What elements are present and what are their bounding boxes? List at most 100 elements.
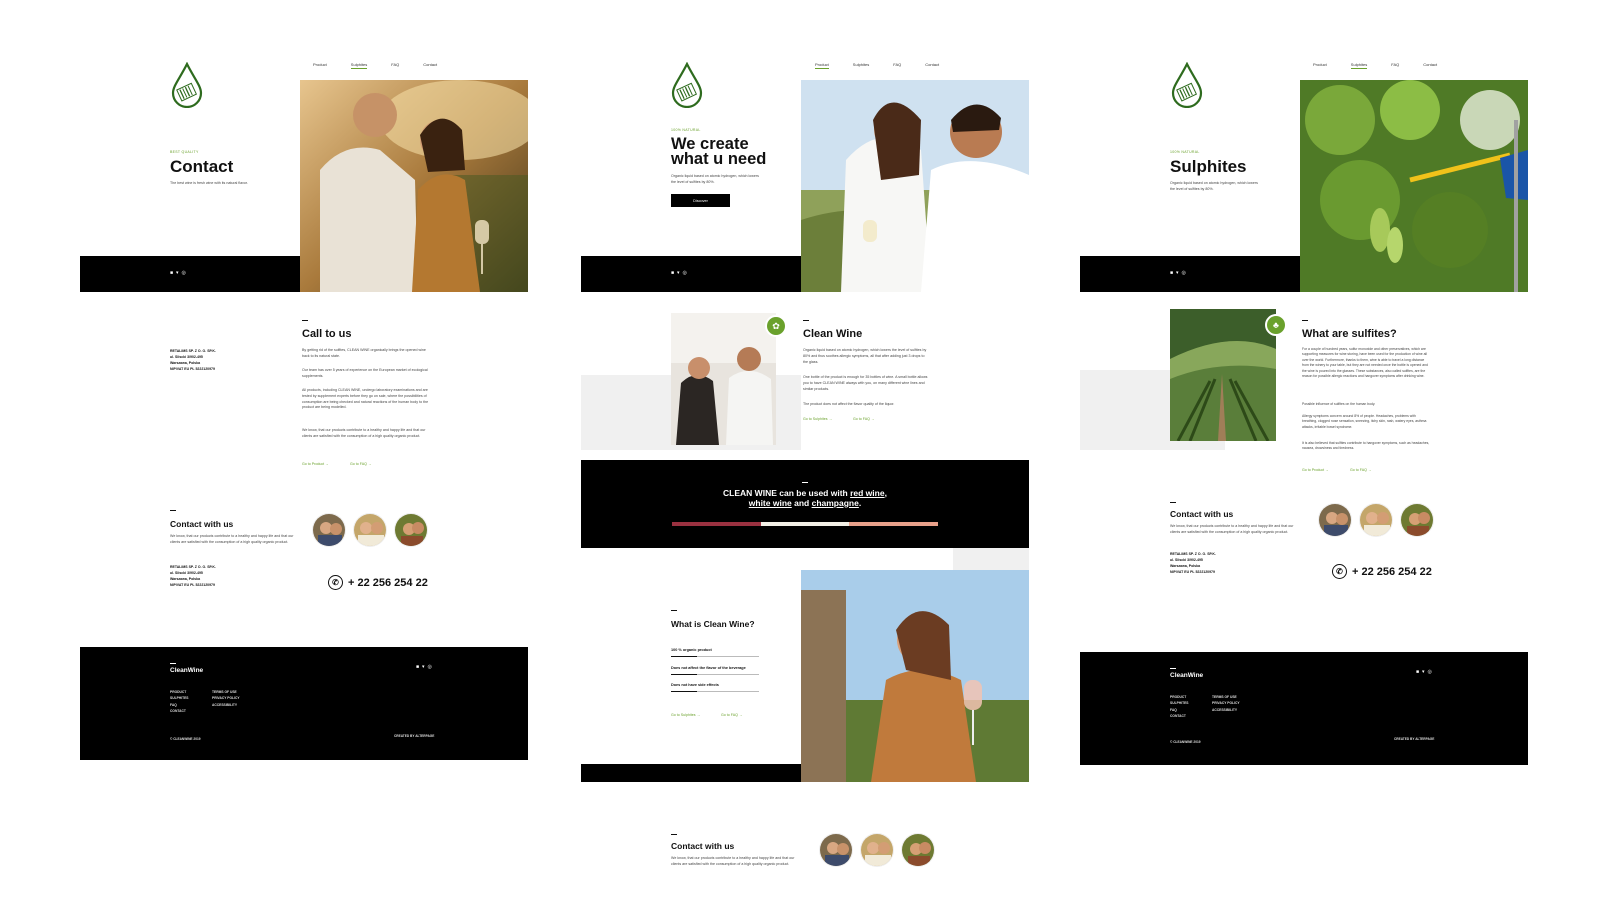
- footer-credit[interactable]: CREATED BY ALTERPAGE: [1394, 737, 1434, 741]
- nav-product[interactable]: Product: [1313, 62, 1327, 67]
- feature-item: Does not affect the flavor of the bevera…: [671, 666, 746, 670]
- leaf-badge-icon: ✿: [765, 315, 787, 337]
- footer-brand[interactable]: CleanWine: [170, 667, 203, 674]
- footer-link-sulphites[interactable]: SULPHITES: [170, 695, 189, 701]
- contact-with-us-text: We know, that our products contribute to…: [671, 856, 795, 866]
- address-line: NIP/VAT EU PL 5222120979: [1170, 569, 1215, 574]
- section-dash: [671, 834, 677, 835]
- instagram-icon[interactable]: ◎: [683, 270, 687, 276]
- nav-contact[interactable]: Contact: [1423, 62, 1437, 67]
- facebook-icon[interactable]: ■: [671, 270, 674, 276]
- avatar: [312, 513, 346, 547]
- footer-link-contact[interactable]: CONTACT: [170, 708, 189, 714]
- wine-drop-logo[interactable]: [1170, 62, 1204, 108]
- contact-with-us-text: We know, that our products contribute to…: [1170, 524, 1294, 534]
- footer-link-accessibility[interactable]: ACCESSIBILITY: [1212, 707, 1240, 713]
- go-to-faq-link[interactable]: Go to FAQ →: [350, 462, 372, 466]
- footer-link-sulphites[interactable]: SULPHITES: [1170, 700, 1189, 706]
- what-are-sulfites-title: What are sulfites?: [1302, 328, 1397, 340]
- go-to-sulphites-link[interactable]: Go to Sulphites →: [803, 417, 832, 421]
- clean-paragraph-2: One bottle of the product is enough for …: [803, 375, 928, 391]
- nav-faq[interactable]: FAQ: [391, 62, 399, 67]
- nav-sulphites[interactable]: Sulphites: [1350, 62, 1368, 69]
- quote-dash: [802, 482, 808, 483]
- call-us-title: Call to us: [302, 328, 352, 340]
- nav-product[interactable]: Product: [815, 62, 829, 69]
- facebook-icon[interactable]: ■: [1416, 669, 1419, 675]
- top-nav: Product Sulphites FAQ Contact: [313, 62, 437, 69]
- sulfites-paragraph-1: For a couple of hundred years, sulfur mo…: [1302, 347, 1428, 379]
- footer-links-col2: TERMS OF USE PRIVACY POLICY ACCESSIBILIT…: [212, 689, 240, 708]
- nav-faq[interactable]: FAQ: [893, 62, 901, 67]
- white-wine-link[interactable]: white wine: [749, 498, 792, 508]
- avatar: [1318, 503, 1352, 537]
- avatar: [819, 833, 853, 867]
- section-dash: [170, 510, 176, 511]
- clean-paragraph-1: Organic liquid based on atomic hydrogen,…: [803, 348, 927, 364]
- hero-image-couple: [300, 80, 528, 292]
- instagram-icon[interactable]: ◎: [1428, 669, 1432, 675]
- feature-divider: [671, 674, 759, 675]
- nav-sulphites[interactable]: Sulphites: [350, 62, 368, 69]
- facebook-icon[interactable]: ■: [1170, 270, 1173, 276]
- phone-text: + 22 256 254 22: [348, 576, 428, 589]
- feature-divider: [671, 656, 759, 657]
- avatar: [860, 833, 894, 867]
- footer-link-privacy[interactable]: PRIVACY POLICY: [212, 695, 240, 701]
- nav-contact[interactable]: Contact: [423, 62, 437, 67]
- twitter-icon[interactable]: ▾: [422, 664, 425, 670]
- instagram-icon[interactable]: ◎: [428, 664, 432, 670]
- sulfites-paragraph-2: Possible influence of sulfites on the hu…: [1302, 402, 1376, 406]
- facebook-icon[interactable]: ■: [170, 270, 173, 276]
- footer-links-col1: PRODUCT SULPHITES FAQ CONTACT: [1170, 694, 1189, 719]
- feature-divider: [671, 691, 759, 692]
- go-to-sulphites-link[interactable]: Go to Sulphites →: [671, 713, 700, 717]
- go-to-faq-link[interactable]: Go to FAQ →: [853, 417, 875, 421]
- go-to-faq-link[interactable]: Go to FAQ →: [721, 713, 743, 717]
- social-links: ■ ▾ ◎: [1170, 270, 1186, 276]
- facebook-icon[interactable]: ■: [416, 664, 419, 670]
- footer-link-contact[interactable]: CONTACT: [1170, 713, 1189, 719]
- wine-drop-logo[interactable]: [670, 62, 704, 108]
- footer-link-accessibility[interactable]: ACCESSIBILITY: [212, 702, 240, 708]
- call-paragraph-1: By getting rid of the sulfites, CLEAN WI…: [302, 348, 426, 358]
- nav-contact[interactable]: Contact: [925, 62, 939, 67]
- red-wine-link[interactable]: red wine: [850, 488, 884, 498]
- twitter-icon[interactable]: ▾: [677, 270, 680, 276]
- nav-sulphites[interactable]: Sulphites: [853, 62, 869, 67]
- address-block: RETALIMS SP. Z O. O. SP.K. ul. Sliscki 3…: [1170, 552, 1216, 576]
- phone-number[interactable]: ✆ + 22 256 254 22: [1332, 564, 1432, 579]
- clean-wine-title: Clean Wine: [803, 328, 863, 340]
- discover-button[interactable]: Discover: [671, 194, 730, 207]
- go-to-product-link[interactable]: Go to Product →: [1302, 468, 1329, 472]
- woman-wine-image: [801, 570, 1029, 782]
- footer-credit[interactable]: CREATED BY ALTERPAGE: [394, 734, 434, 738]
- avatar: [901, 833, 935, 867]
- quote-text: and: [791, 497, 812, 508]
- feature-item: Does not have side effects: [671, 683, 719, 687]
- contact-with-us-title: Contact with us: [170, 519, 234, 529]
- phone-icon: ✆: [1332, 564, 1347, 579]
- contact-with-us-title: Contact with us: [1170, 509, 1234, 519]
- footer-brand[interactable]: CleanWine: [1170, 672, 1203, 679]
- footer-link-privacy[interactable]: PRIVACY POLICY: [1212, 700, 1240, 706]
- instagram-icon[interactable]: ◎: [1182, 270, 1186, 276]
- nav-product[interactable]: Product: [313, 62, 327, 67]
- go-to-product-link[interactable]: Go to Product →: [302, 462, 329, 466]
- champagne-link[interactable]: champagne: [812, 498, 859, 508]
- nav-faq[interactable]: FAQ: [1391, 62, 1399, 67]
- phone-number[interactable]: ✆ + 22 256 254 22: [328, 575, 428, 590]
- clean-wine-image: [671, 313, 776, 445]
- twitter-icon[interactable]: ▾: [176, 270, 179, 276]
- leaf-badge-icon: ♣: [1265, 314, 1287, 336]
- avatar: [353, 513, 387, 547]
- wine-drop-logo[interactable]: [170, 62, 204, 108]
- instagram-icon[interactable]: ◎: [182, 270, 186, 276]
- top-nav: Product Sulphites FAQ Contact: [815, 62, 939, 69]
- twitter-icon[interactable]: ▾: [1176, 270, 1179, 276]
- twitter-icon[interactable]: ▾: [1422, 669, 1425, 675]
- product-page-mockup: Product Sulphites FAQ Contact 100% NATUR…: [581, 50, 1029, 900]
- hero-eyebrow: 100% NATURAL: [1170, 150, 1200, 154]
- hero-subtitle: The best wine is fresh wine with its nat…: [170, 181, 248, 185]
- go-to-faq-link[interactable]: Go to FAQ →: [1350, 468, 1372, 472]
